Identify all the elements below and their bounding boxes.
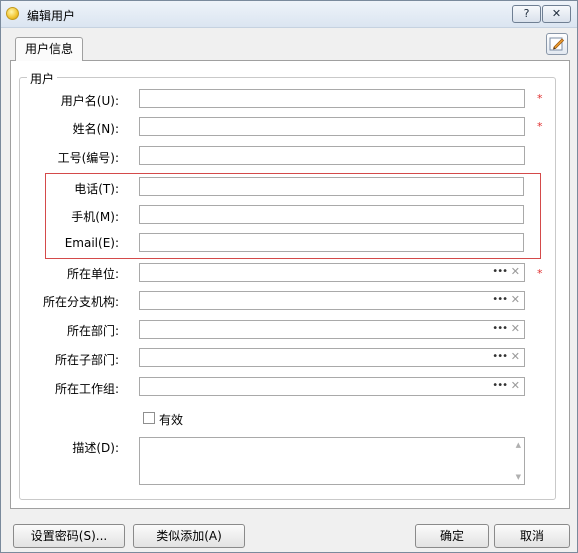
scroll-down-icon[interactable]: ▼: [516, 473, 521, 481]
branch-lookup[interactable]: ••• ✕: [139, 291, 525, 310]
username-input[interactable]: [139, 89, 525, 108]
required-mark: *: [537, 267, 543, 280]
help-button[interactable]: ?: [512, 5, 541, 23]
department-label: 所在部门:: [66, 324, 119, 338]
employee-no-label: 工号(编号):: [57, 151, 119, 165]
unit-lookup[interactable]: ••• ✕: [139, 263, 525, 282]
required-mark: *: [537, 92, 543, 105]
branch-label: 所在分支机构:: [42, 295, 119, 309]
unit-label: 所在单位:: [66, 267, 119, 281]
sub-department-label: 所在子部门:: [54, 353, 119, 367]
close-button[interactable]: ✕: [542, 5, 571, 23]
valid-checkbox[interactable]: [143, 412, 155, 424]
work-group-lookup[interactable]: ••• ✕: [139, 377, 525, 396]
work-group-label: 所在工作组:: [54, 382, 119, 396]
group-title: 用户: [27, 70, 58, 87]
username-label: 用户名(U):: [60, 94, 119, 108]
browse-icon[interactable]: •••: [492, 351, 508, 362]
scroll-up-icon[interactable]: ▲: [516, 441, 521, 449]
email-label: Email(E):: [64, 236, 119, 250]
browse-icon[interactable]: •••: [492, 323, 508, 334]
similar-add-button[interactable]: 类似添加(A): [133, 524, 245, 548]
clear-icon[interactable]: ✕: [511, 350, 520, 363]
ok-button[interactable]: 确定: [415, 524, 489, 548]
sub-department-lookup[interactable]: ••• ✕: [139, 348, 525, 367]
mobile-label: 手机(M):: [71, 210, 119, 224]
browse-icon[interactable]: •••: [492, 380, 508, 391]
phone-label: 电话(T):: [74, 182, 119, 196]
cancel-button[interactable]: 取消: [494, 524, 570, 548]
browse-icon[interactable]: •••: [492, 294, 508, 305]
browse-icon[interactable]: •••: [492, 266, 508, 277]
description-textarea[interactable]: ▲ ▼: [139, 437, 525, 485]
edit-user-dialog: 编辑用户 ? ✕ 用户信息 用户 用户名(U): * 姓名(N): * 工号(编…: [0, 0, 578, 553]
clear-icon[interactable]: ✕: [511, 293, 520, 306]
clear-icon[interactable]: ✕: [511, 379, 520, 392]
clear-icon[interactable]: ✕: [511, 322, 520, 335]
edit-pen-icon[interactable]: [546, 33, 568, 55]
name-label: 姓名(N):: [72, 122, 119, 136]
phone-input[interactable]: [139, 177, 524, 196]
name-input[interactable]: [139, 117, 525, 136]
valid-label: 有效: [159, 413, 184, 427]
app-icon: [6, 7, 19, 20]
clear-icon[interactable]: ✕: [511, 265, 520, 278]
employee-no-input[interactable]: [139, 146, 525, 165]
department-lookup[interactable]: ••• ✕: [139, 320, 525, 339]
description-label: 描述(D):: [72, 441, 119, 455]
mobile-input[interactable]: [139, 205, 524, 224]
email-input[interactable]: [139, 233, 524, 252]
title-bar: 编辑用户 ? ✕: [1, 1, 577, 28]
required-mark: *: [537, 120, 543, 133]
tab-user-info[interactable]: 用户信息: [15, 37, 83, 61]
window-title: 编辑用户: [27, 9, 76, 23]
set-password-button[interactable]: 设置密码(S)...: [13, 524, 125, 548]
